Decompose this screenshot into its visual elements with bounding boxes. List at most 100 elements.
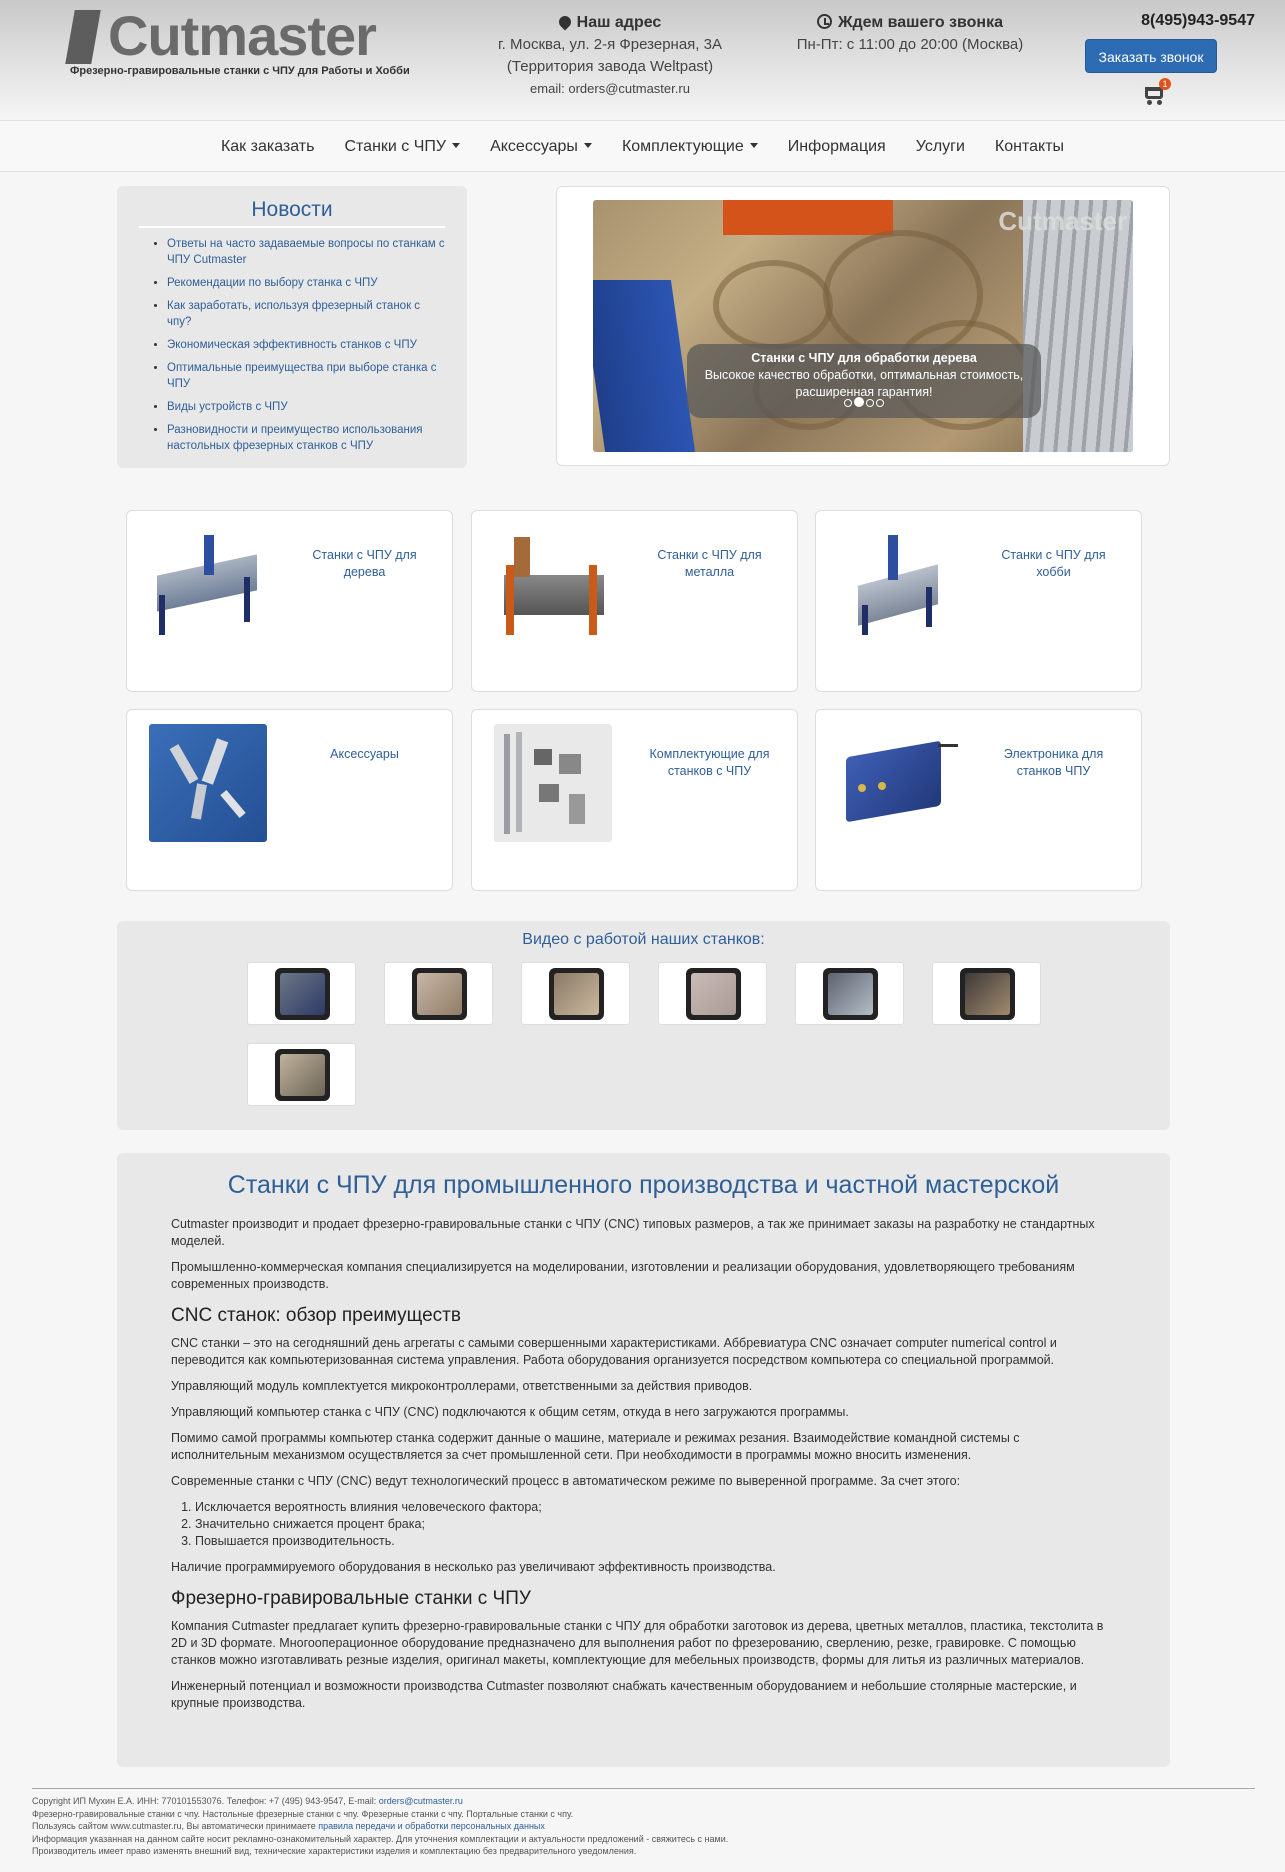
- news-link[interactable]: Оптимальные преимущества при выборе стан…: [167, 362, 436, 390]
- video-thumbnail[interactable]: [932, 962, 1041, 1025]
- tagline: Фрезерно-гравировальные станки с ЧПУ для…: [70, 65, 410, 77]
- slider-dot[interactable]: [866, 399, 874, 407]
- footer-email-link[interactable]: orders@cutmaster.ru: [379, 1796, 463, 1806]
- news-link[interactable]: Экономическая эффективность станков с ЧП…: [167, 339, 417, 351]
- slider-dots: [687, 395, 1041, 412]
- news-item: Рекомендации по выбору станка с ЧПУ: [167, 275, 445, 291]
- section-heading: Фрезерно-гравировальные станки с ЧПУ: [171, 1588, 531, 1609]
- video-thumbnail[interactable]: [795, 962, 904, 1025]
- logo[interactable]: Cutmaster: [65, 4, 410, 68]
- about-section: Станки с ЧПУ для промышленного производс…: [117, 1153, 1170, 1767]
- footer-consent-text: Пользуясь сайтом www.cutmaster.ru, Вы ав…: [32, 1821, 316, 1831]
- footer-disclaimer: Информация указанная на данном сайте нос…: [32, 1833, 729, 1844]
- address-line-2: (Территория завода Weltpast): [506, 58, 714, 75]
- slider-dot[interactable]: [844, 399, 852, 407]
- components-image: [494, 724, 612, 842]
- news-link[interactable]: Ответы на часто задаваемые вопросы по ст…: [167, 238, 445, 266]
- nav-item-cnc-machines[interactable]: Станки с ЧПУ: [329, 121, 475, 173]
- video-thumbnail[interactable]: [521, 962, 630, 1025]
- email-link[interactable]: orders@cutmaster.ru: [568, 81, 690, 96]
- list-item: Повышается производительность.: [195, 1533, 1116, 1550]
- category-card-hobby[interactable]: Станки с ЧПУ для хобби: [815, 510, 1142, 692]
- footer-keywords: Фрезерно-гравировальные станки с чпу. На…: [32, 1808, 574, 1819]
- about-paragraph: Наличие программируемого оборудования в …: [171, 1560, 776, 1574]
- cnc-metal-machine-image: [494, 525, 612, 643]
- nav-item-contacts[interactable]: Контакты: [980, 121, 1079, 173]
- news-item: Ответы на часто задаваемые вопросы по ст…: [167, 236, 445, 268]
- map-marker-icon: [556, 13, 574, 31]
- news-title: Новости: [139, 198, 445, 228]
- category-label[interactable]: Аксессуары: [297, 746, 432, 763]
- category-label[interactable]: Станки с ЧПУ для металла: [642, 547, 777, 581]
- accessories-image: [149, 724, 267, 842]
- nav-item-information[interactable]: Информация: [773, 121, 901, 173]
- category-card-components[interactable]: Комплектующие для станков с ЧПУ: [471, 709, 798, 891]
- cnc-hobby-machine-image: [838, 525, 956, 643]
- cart-count-badge: 1: [1159, 78, 1171, 90]
- section-heading: CNC станок: обзор преимуществ: [171, 1305, 461, 1326]
- email-label: email:: [530, 81, 565, 96]
- videos-title: Видео с работой наших станков:: [522, 931, 765, 948]
- news-link[interactable]: Рекомендации по выбору станка с ЧПУ: [167, 277, 378, 289]
- category-label[interactable]: Электроника для станков ЧПУ: [986, 746, 1121, 780]
- nav-item-services[interactable]: Услуги: [901, 121, 980, 173]
- about-paragraph: Компания Cutmaster предлагает купить фре…: [171, 1619, 1104, 1667]
- video-thumbnail[interactable]: [247, 962, 356, 1025]
- slider-dot[interactable]: [854, 397, 864, 407]
- news-link[interactable]: Разновидности и преимущество использован…: [167, 424, 423, 452]
- nav-item-components[interactable]: Комплектующие: [607, 121, 773, 173]
- video-thumbnail[interactable]: [658, 962, 767, 1025]
- list-item: Значительно снижается процент брака;: [195, 1516, 1116, 1533]
- category-card-metal[interactable]: Станки с ЧПУ для металла: [471, 510, 798, 692]
- privacy-policy-link[interactable]: правила передачи и обработки персональны…: [318, 1821, 545, 1831]
- about-paragraph: Помимо самой программы компьютер станка …: [171, 1431, 1020, 1462]
- category-label[interactable]: Станки с ЧПУ для дерева: [297, 547, 432, 581]
- news-link[interactable]: Как заработать, используя фрезерный стан…: [167, 300, 420, 328]
- callback-title: Ждем вашего звонка: [838, 14, 1003, 31]
- logo-mark-icon: [65, 10, 101, 64]
- videos-panel: Видео с работой наших станков:: [117, 921, 1170, 1130]
- cnc-wood-machine-image: [149, 525, 267, 643]
- clock-icon: [817, 14, 833, 29]
- about-paragraph: Промышленно-коммерческая компания специа…: [171, 1260, 1075, 1291]
- caret-down-icon: [452, 143, 461, 148]
- address-title: Наш адрес: [576, 14, 662, 31]
- about-paragraph: Управляющий модуль комплектуется микроко…: [171, 1379, 753, 1393]
- category-card-electronics[interactable]: Электроника для станков ЧПУ: [815, 709, 1142, 891]
- category-card-wood[interactable]: Станки с ЧПУ для дерева: [126, 510, 453, 692]
- site-footer: Copyright ИП Мухин Е.А. ИНН: 77010155307…: [32, 1788, 1255, 1858]
- category-card-accessories[interactable]: Аксессуары: [126, 709, 453, 891]
- slider-dot[interactable]: [876, 399, 884, 407]
- about-paragraph: Инженерный потенциал и возможности произ…: [171, 1679, 1077, 1710]
- news-item: Виды устройств с ЧПУ: [167, 399, 445, 415]
- site-header: Cutmaster Фрезерно-гравировальные станки…: [0, 0, 1285, 120]
- news-item: Разновидности и преимущество использован…: [167, 422, 445, 454]
- order-call-button[interactable]: Заказать звонок: [1085, 39, 1217, 73]
- benefits-list: Исключается вероятность влияния человече…: [195, 1499, 1116, 1550]
- nav-item-accessories[interactable]: Аксессуары: [475, 121, 607, 173]
- callback-block: Ждем вашего звонка Пн-Пт: с 11:00 до 20:…: [760, 12, 1060, 56]
- nav-item-how-to-order[interactable]: Как заказать: [206, 121, 330, 173]
- news-link[interactable]: Виды устройств с ЧПУ: [167, 401, 288, 413]
- news-panel: Новости Ответы на часто задаваемые вопро…: [117, 186, 467, 468]
- about-paragraph: Современные станки с ЧПУ (CNC) ведут тех…: [171, 1474, 961, 1488]
- news-item: Оптимальные преимущества при выборе стан…: [167, 360, 445, 392]
- logo-text: Cutmaster: [108, 4, 377, 67]
- about-paragraph: Cutmaster производит и продает фрезерно-…: [171, 1217, 1095, 1248]
- slide-caption: Станки с ЧПУ для обработки дерева Высоко…: [687, 344, 1041, 418]
- footer-copyright: Copyright ИП Мухин Е.А. ИНН: 77010155307…: [32, 1796, 377, 1806]
- category-label[interactable]: Станки с ЧПУ для хобби: [986, 547, 1121, 581]
- category-label[interactable]: Комплектующие для станков с ЧПУ: [642, 746, 777, 780]
- news-item: Как заработать, используя фрезерный стан…: [167, 298, 445, 330]
- phone-number[interactable]: 8(495)943-9547: [1080, 12, 1255, 30]
- main-nav: Как заказать Станки с ЧПУ Аксессуары Ком…: [0, 120, 1285, 172]
- slide-image[interactable]: Cutmaster Станки с ЧПУ для обработки дер…: [593, 200, 1133, 452]
- news-item: Экономическая эффективность станков с ЧП…: [167, 337, 445, 353]
- caret-down-icon: [749, 143, 758, 148]
- address-line-1: г. Москва, ул. 2-я Фрезерная, 3А: [498, 36, 722, 53]
- caret-down-icon: [583, 143, 592, 148]
- list-item: Исключается вероятность влияния человече…: [195, 1499, 1116, 1516]
- image-slider: Cutmaster Станки с ЧПУ для обработки дер…: [556, 186, 1170, 466]
- video-thumbnail[interactable]: [384, 962, 493, 1025]
- video-thumbnail[interactable]: [247, 1043, 356, 1106]
